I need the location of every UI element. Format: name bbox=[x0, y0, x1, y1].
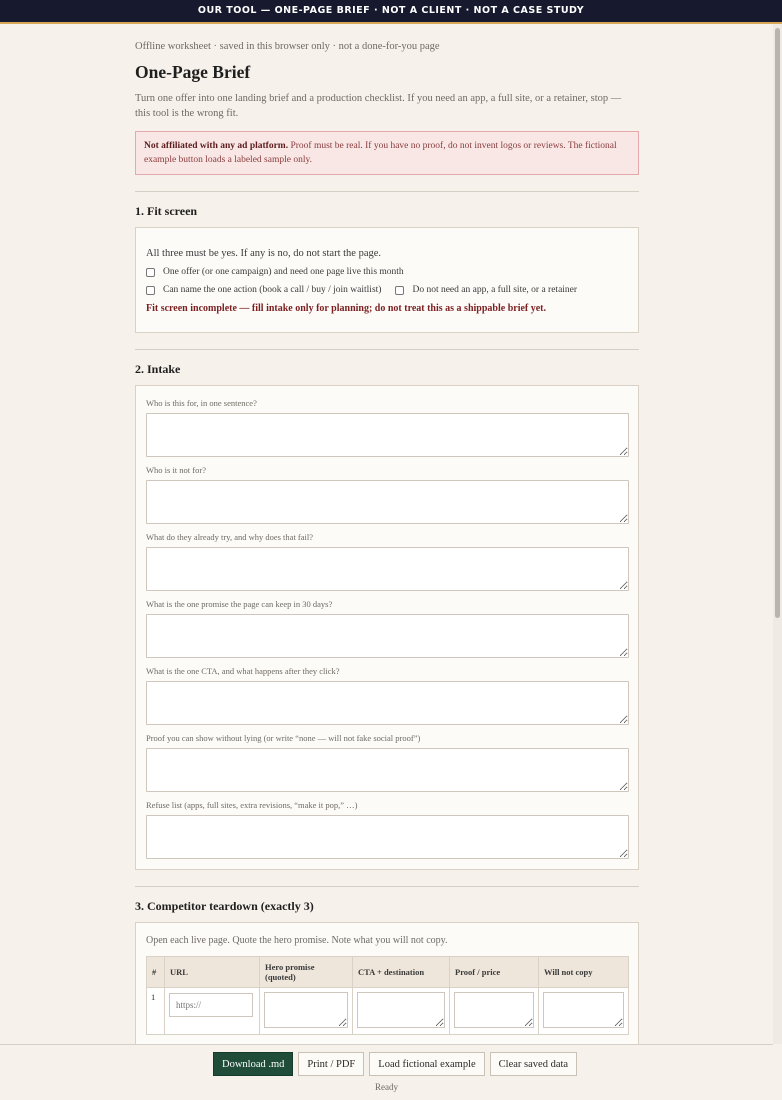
proof-price-textarea[interactable] bbox=[454, 992, 534, 1028]
fit-check-no-app[interactable]: Do not need an app, a full site, or a re… bbox=[395, 285, 577, 295]
intake-cta-textarea[interactable] bbox=[146, 681, 629, 725]
intake-promise-textarea[interactable] bbox=[146, 614, 629, 658]
fit-check-label: Can name the one action (book a call / b… bbox=[163, 285, 382, 295]
intro-text: Turn one offer into one landing brief an… bbox=[135, 93, 622, 119]
will-not-copy-textarea[interactable] bbox=[543, 992, 624, 1028]
fit-check-label: Do not need an app, a full site, or a re… bbox=[412, 285, 578, 295]
load-example-button[interactable]: Load fictional example bbox=[369, 1052, 485, 1076]
section-divider bbox=[135, 349, 639, 350]
cta-destination-textarea[interactable] bbox=[357, 992, 445, 1028]
intake-card: Who is this for, in one sentence? Who is… bbox=[135, 385, 639, 870]
top-banner: OUR TOOL — ONE-PAGE BRIEF · NOT A CLIENT… bbox=[0, 0, 782, 24]
table-row: 1 bbox=[146, 987, 629, 1035]
fit-check-one-action[interactable]: Can name the one action (book a call / b… bbox=[146, 285, 381, 295]
intake-label-not-for: Who is it not for? bbox=[146, 465, 206, 475]
fit-check-label: One offer (or one campaign) and need one… bbox=[163, 267, 404, 277]
col-cta-header: CTA + destination bbox=[352, 956, 450, 988]
clear-data-button[interactable]: Clear saved data bbox=[489, 1052, 578, 1076]
action-bar: Download .md Print / PDF Load fictional … bbox=[0, 1044, 773, 1100]
col-url-header: URL bbox=[164, 956, 260, 988]
intake-not-for-textarea[interactable] bbox=[146, 480, 629, 524]
proof-cell bbox=[449, 987, 539, 1035]
print-pdf-button[interactable]: Print / PDF bbox=[298, 1052, 365, 1076]
hero-promise-textarea[interactable] bbox=[264, 992, 348, 1028]
fit-check-row-2: Can name the one action (book a call / b… bbox=[146, 285, 628, 295]
checkbox[interactable] bbox=[146, 267, 155, 277]
col-number-header: # bbox=[146, 956, 165, 988]
cta-cell bbox=[352, 987, 450, 1035]
intake-proof-textarea[interactable] bbox=[146, 748, 629, 792]
url-cell bbox=[164, 987, 260, 1035]
action-buttons: Download .md Print / PDF Load fictional … bbox=[213, 1052, 582, 1076]
intake-label-already-try: What do they already try, and why does t… bbox=[146, 532, 314, 542]
worksheet-note: Offline worksheet · saved in this browse… bbox=[135, 41, 440, 52]
checkbox[interactable] bbox=[146, 285, 155, 295]
intake-heading: 2. Intake bbox=[135, 362, 181, 376]
teardown-header-row: # URL Hero promise (quoted) CTA + destin… bbox=[146, 956, 629, 988]
intake-label-who-for: Who is this for, in one sentence? bbox=[146, 398, 257, 408]
teardown-heading: 3. Competitor teardown (exactly 3) bbox=[135, 899, 314, 913]
hero-cell bbox=[259, 987, 353, 1035]
affiliation-notice: Not affiliated with any ad platform. Pro… bbox=[135, 131, 639, 175]
teardown-table: # URL Hero promise (quoted) CTA + destin… bbox=[146, 956, 629, 1035]
download-md-button[interactable]: Download .md bbox=[213, 1052, 294, 1076]
teardown-card: Open each live page. Quote the hero prom… bbox=[135, 922, 639, 1046]
section-divider bbox=[135, 191, 639, 192]
url-input[interactable] bbox=[169, 993, 253, 1017]
page-title: One-Page Brief bbox=[135, 62, 251, 82]
intake-label-promise: What is the one promise the page can kee… bbox=[146, 599, 333, 609]
col-hero-header: Hero promise (quoted) bbox=[259, 956, 353, 988]
fit-screen-heading: 1. Fit screen bbox=[135, 204, 198, 218]
fit-screen-warning: Fit screen incomplete — fill intake only… bbox=[146, 303, 547, 314]
intake-label-refuse: Refuse list (apps, full sites, extra rev… bbox=[146, 800, 358, 810]
main-content: Offline worksheet · saved in this browse… bbox=[135, 24, 639, 1046]
fit-screen-intro: All three must be yes. If any is no, do … bbox=[146, 248, 382, 259]
row-number: 1 bbox=[146, 987, 165, 1035]
intake-label-cta: What is the one CTA, and what happens af… bbox=[146, 666, 340, 676]
col-proof-header: Proof / price bbox=[449, 956, 539, 988]
intake-label-proof: Proof you can show without lying (or wri… bbox=[146, 733, 421, 743]
fit-check-row-1: One offer (or one campaign) and need one… bbox=[146, 267, 628, 277]
intake-already-try-textarea[interactable] bbox=[146, 547, 629, 591]
col-will-not-copy-header: Will not copy bbox=[538, 956, 629, 988]
will-not-copy-cell bbox=[538, 987, 629, 1035]
notice-strong: Not affiliated with any ad platform. bbox=[144, 141, 289, 151]
fit-check-one-offer[interactable]: One offer (or one campaign) and need one… bbox=[146, 267, 404, 277]
teardown-intro: Open each live page. Quote the hero prom… bbox=[146, 935, 448, 946]
intake-who-for-textarea[interactable] bbox=[146, 413, 629, 457]
checkbox[interactable] bbox=[395, 285, 405, 295]
scrollbar-thumb[interactable] bbox=[775, 28, 780, 618]
intake-refuse-textarea[interactable] bbox=[146, 815, 629, 859]
scrollbar[interactable] bbox=[773, 24, 782, 1044]
section-divider bbox=[135, 886, 639, 887]
status-text: Ready bbox=[375, 1082, 398, 1092]
fit-screen-card: All three must be yes. If any is no, do … bbox=[135, 227, 639, 333]
